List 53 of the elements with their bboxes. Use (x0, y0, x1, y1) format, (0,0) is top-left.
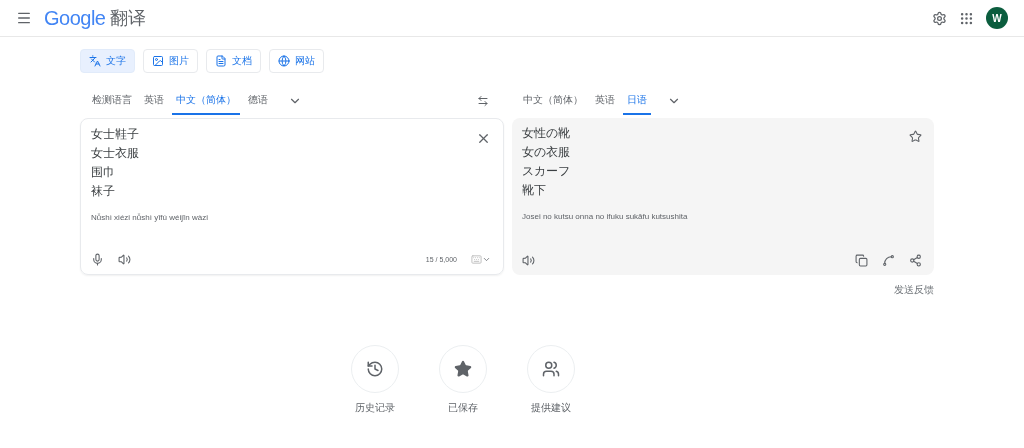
image-icon (152, 55, 164, 67)
document-icon (215, 55, 227, 67)
translation-line: 女の衣服 (522, 145, 570, 160)
shortcut-button[interactable] (439, 345, 487, 393)
language-tab[interactable]: 英语 (140, 87, 168, 115)
people-icon (542, 360, 560, 378)
globe-icon (278, 55, 290, 67)
microphone-button[interactable] (91, 253, 104, 266)
input-tools-button[interactable] (471, 254, 491, 265)
google-logo: Google (44, 6, 106, 30)
swap-icon (477, 95, 489, 107)
translation-line: 靴下 (522, 183, 547, 198)
mode-tab[interactable]: 网站 (269, 49, 324, 73)
listen-button[interactable] (522, 254, 535, 267)
source-text-line: 袜子 (91, 184, 116, 199)
language-tab[interactable]: 英语 (591, 87, 619, 115)
shortcut-label: 历史记录 (355, 401, 395, 415)
rate-button[interactable] (882, 254, 895, 267)
star-icon (454, 360, 472, 378)
history-icon (366, 360, 384, 378)
translation-line: スカーフ (522, 164, 570, 179)
source-text-line: 女士衣服 (91, 146, 139, 161)
product-name: 翻译 (109, 7, 146, 30)
language-tab[interactable]: 检测语言 (88, 87, 136, 115)
language-tab[interactable]: 德语 (244, 87, 272, 115)
settings-button[interactable] (932, 10, 947, 26)
share-button[interactable] (909, 254, 922, 267)
source-text-line: 围巾 (91, 165, 116, 180)
mode-tab[interactable]: 图片 (143, 49, 198, 73)
language-tab[interactable]: 中文（简体） (172, 87, 240, 115)
copy-button[interactable] (855, 254, 868, 267)
account-avatar[interactable]: W (986, 7, 1008, 29)
translate-icon (89, 55, 101, 67)
shortcut-button[interactable] (351, 345, 399, 393)
caret-icon (482, 255, 491, 264)
romanization-text: Nǚshì xiézi nǚshì yīfú wéijīn wàzi (91, 213, 209, 222)
feedback-link[interactable]: 发送反馈 (894, 283, 934, 297)
language-tab[interactable]: 中文（简体） (519, 87, 587, 115)
listen-button[interactable] (118, 253, 131, 266)
apps-button[interactable] (959, 10, 974, 26)
romanization-text: Josei no kutsu onna no ifuku sukāfu kutsushita (522, 212, 689, 221)
save-translation-button[interactable] (909, 130, 922, 143)
mode-tab[interactable]: 文字 (80, 49, 135, 73)
keyboard-icon (471, 254, 482, 265)
translation-line: 女性の靴 (522, 126, 570, 141)
shortcut-label: 已保存 (448, 401, 478, 415)
clear-button[interactable] (476, 131, 491, 146)
menu-button[interactable] (16, 10, 32, 26)
source-text-line: 女士鞋子 (91, 127, 139, 142)
shortcut-label: 提供建议 (531, 401, 571, 415)
language-tab[interactable]: 日语 (623, 87, 651, 115)
mode-tab[interactable]: 文档 (206, 49, 261, 73)
shortcut-button[interactable] (527, 345, 575, 393)
